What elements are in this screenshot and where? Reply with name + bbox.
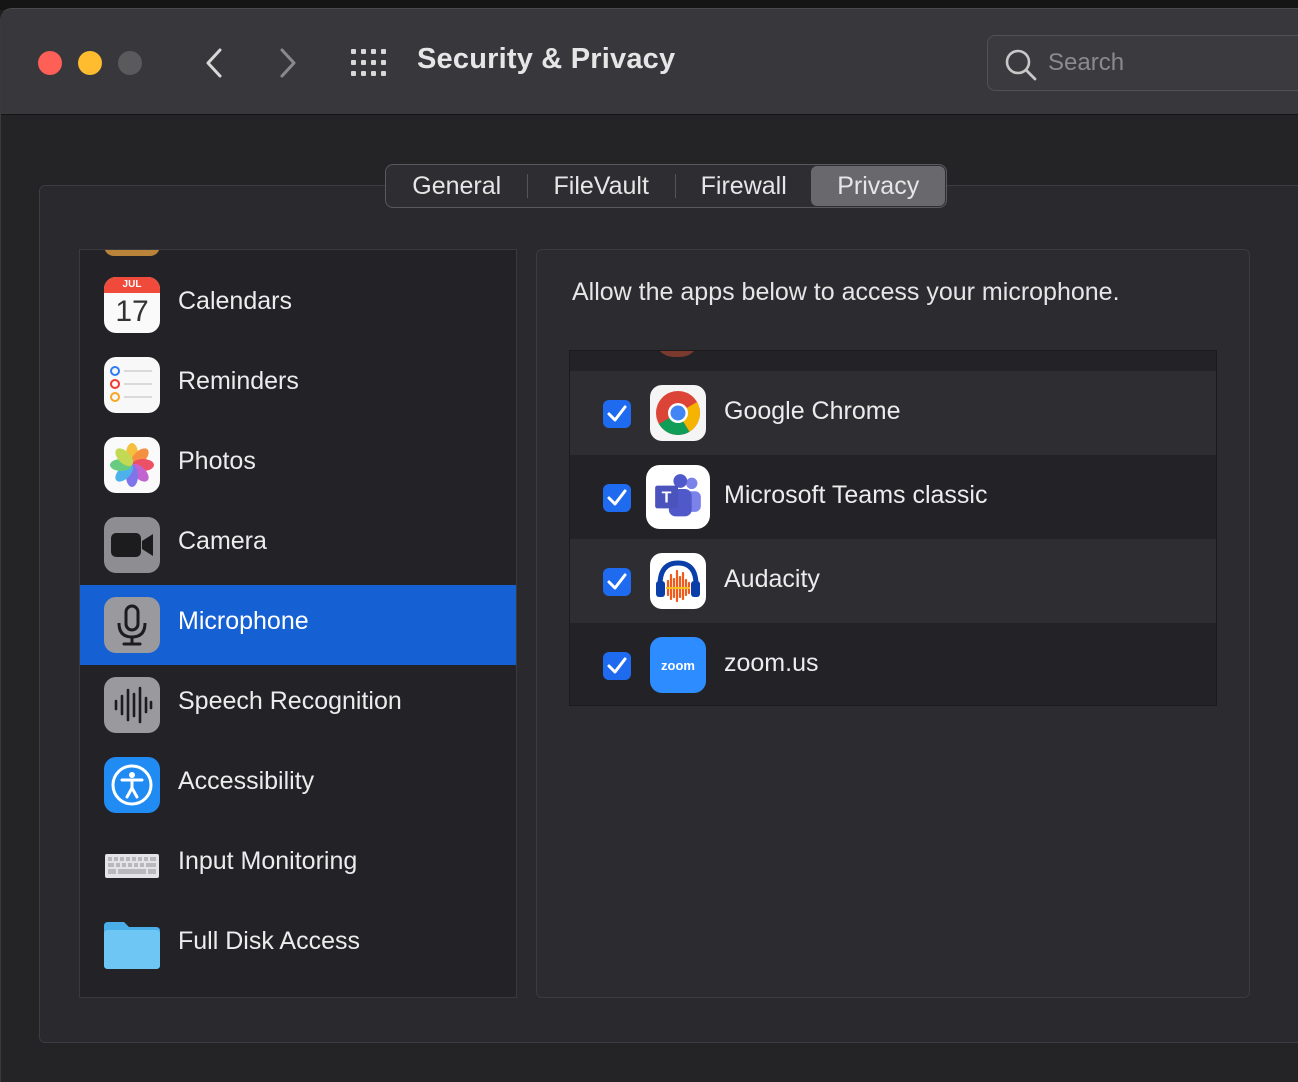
checkmark-icon — [607, 657, 627, 674]
app-name: Microsoft Teams classic — [724, 481, 988, 509]
app-list[interactable]: Google Chrome T Microsoft Teams classic — [569, 350, 1217, 706]
sidebar-item-input-monitoring[interactable]: Input Monitoring — [80, 825, 516, 905]
sidebar-item-microphone[interactable]: Microphone — [80, 585, 516, 665]
app-checkbox[interactable] — [603, 484, 631, 512]
close-button[interactable] — [38, 51, 62, 75]
zoom-icon-text: zoom — [661, 657, 695, 673]
sidebar-item-label: Calendars — [178, 287, 292, 315]
grid-icon — [351, 49, 386, 76]
window-title: Security & Privacy — [417, 43, 676, 75]
folder-icon — [104, 922, 160, 969]
app-name: Google Chrome — [724, 397, 901, 425]
app-row-microsoft-teams: T Microsoft Teams classic — [570, 455, 1216, 539]
app-checkbox[interactable] — [603, 568, 631, 596]
panel-heading: Allow the apps below to access your micr… — [572, 278, 1120, 306]
partial-app-row — [570, 351, 1216, 371]
checkmark-icon — [607, 573, 627, 590]
zoom-button[interactable] — [118, 51, 142, 75]
search-icon — [1005, 49, 1037, 81]
chrome-icon — [650, 385, 706, 441]
sidebar-item-label: Reminders — [178, 367, 299, 395]
sidebar-item-label: Full Disk Access — [178, 927, 360, 955]
app-checkbox[interactable] — [603, 400, 631, 428]
partial-app-icon — [654, 351, 700, 357]
photos-icon — [104, 437, 160, 493]
sidebar-item-camera[interactable]: Camera — [80, 505, 516, 585]
svg-text:T: T — [662, 490, 672, 507]
app-row-audacity: Audacity — [570, 539, 1216, 623]
tab-firewall[interactable]: Firewall — [676, 166, 812, 206]
sidebar-item-speech-recognition[interactable]: Speech Recognition — [80, 665, 516, 745]
chevron-left-icon — [206, 48, 222, 78]
app-row-zoom: zoom zoom.us — [570, 623, 1216, 705]
sidebar-item-calendars[interactable]: JUL 17 Calendars — [80, 265, 516, 345]
app-checkbox[interactable] — [603, 652, 631, 680]
sidebar-item-accessibility[interactable]: Accessibility — [80, 745, 516, 825]
app-name: zoom.us — [724, 649, 819, 677]
tab-bar: General FileVault Firewall Privacy — [385, 164, 947, 208]
chevron-right-icon — [280, 48, 296, 78]
privacy-category-list[interactable]: JUL 17 Calendars Reminders Photos Camera… — [79, 249, 517, 998]
app-row-google-chrome: Google Chrome — [570, 371, 1216, 455]
reminders-icon — [104, 357, 160, 413]
search-field[interactable] — [987, 35, 1298, 91]
checkmark-icon — [607, 489, 627, 506]
back-button[interactable] — [194, 43, 234, 83]
sidebar-item-reminders[interactable]: Reminders — [80, 345, 516, 425]
checkmark-icon — [607, 405, 627, 422]
microphone-permissions-panel: Allow the apps below to access your micr… — [536, 249, 1250, 998]
sidebar-item-label: Camera — [178, 527, 267, 555]
keyboard-icon — [105, 854, 159, 878]
speech-recognition-icon — [104, 677, 160, 733]
tab-general[interactable]: General — [387, 166, 527, 206]
minimize-button[interactable] — [78, 51, 102, 75]
audacity-icon — [650, 553, 706, 609]
calendar-icon: JUL 17 — [104, 277, 160, 333]
app-name: Audacity — [724, 565, 820, 593]
tab-privacy[interactable]: Privacy — [811, 166, 945, 206]
title-bar: Security & Privacy — [1, 9, 1298, 115]
forward-button[interactable] — [268, 43, 308, 83]
zoom-icon: zoom — [650, 637, 706, 693]
partial-list-item — [104, 250, 160, 256]
sidebar-item-photos[interactable]: Photos — [80, 425, 516, 505]
accessibility-icon — [104, 757, 160, 813]
show-all-button[interactable] — [348, 45, 390, 81]
teams-icon: T — [646, 465, 710, 529]
microphone-icon — [104, 597, 160, 653]
preferences-window: Security & Privacy General FileVault Fir… — [0, 8, 1298, 1082]
sidebar-item-full-disk-access[interactable]: Full Disk Access — [80, 905, 516, 985]
tab-filevault[interactable]: FileVault — [528, 166, 675, 206]
sidebar-item-label: Input Monitoring — [178, 847, 358, 875]
search-input[interactable] — [1048, 46, 1288, 80]
sidebar-item-label: Microphone — [178, 607, 309, 635]
sidebar-item-label: Photos — [178, 447, 256, 475]
camera-icon — [104, 517, 160, 573]
calendar-month: JUL — [104, 277, 160, 293]
sidebar-item-label: Accessibility — [178, 767, 315, 795]
sidebar-item-label: Speech Recognition — [178, 687, 402, 715]
calendar-day: 17 — [115, 295, 149, 328]
